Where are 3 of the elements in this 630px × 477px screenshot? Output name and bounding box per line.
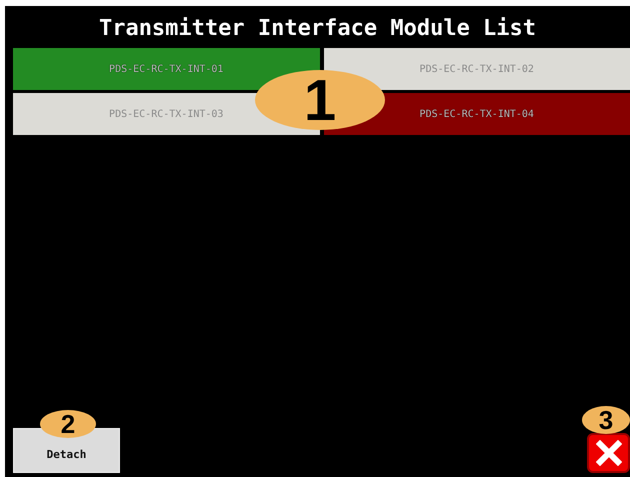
callout-tooltip: 3 bbox=[582, 406, 630, 434]
callout-tooltip: 2 bbox=[40, 410, 96, 438]
screen-title: Transmitter Interface Module List bbox=[98, 16, 536, 43]
